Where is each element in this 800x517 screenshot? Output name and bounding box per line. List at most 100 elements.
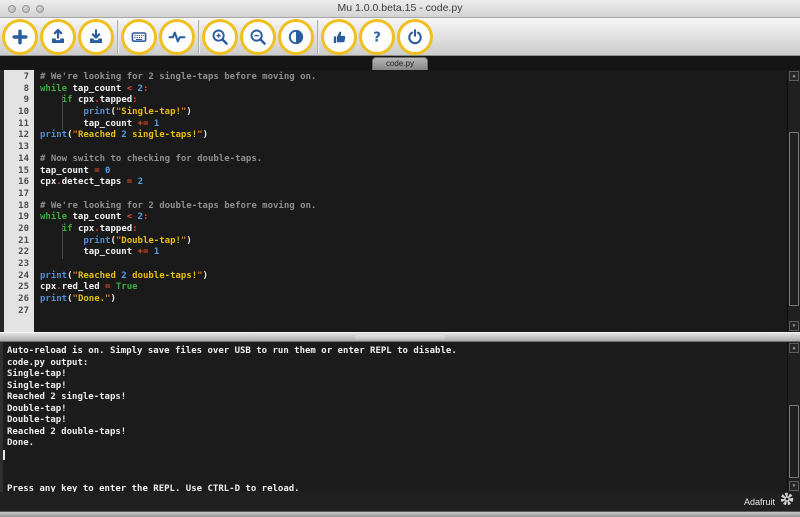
serial-output-text: Auto-reload is on. Simply save files ove… xyxy=(7,346,786,492)
code-text-area[interactable]: # We're looking for 2 single-taps before… xyxy=(34,70,787,332)
code-line: tap_count += 1 xyxy=(40,247,160,258)
load-icon xyxy=(49,28,67,46)
line-number: 20 xyxy=(18,223,29,234)
indent-guide xyxy=(61,224,63,260)
repl-line xyxy=(7,450,786,462)
editor-scrollbar[interactable]: ▲ ▼ xyxy=(787,70,800,332)
plus-icon xyxy=(11,28,29,46)
line-number: 13 xyxy=(18,142,29,153)
line-number: 16 xyxy=(18,177,29,188)
toolbar-separator xyxy=(198,19,199,54)
repl-line: Single-tap! xyxy=(7,369,67,379)
line-number: 7 xyxy=(23,72,29,82)
zoom-out-button[interactable] xyxy=(240,18,276,55)
code-line: # We're looking for 2 double-taps before… xyxy=(40,200,317,211)
line-number: 18 xyxy=(18,200,29,211)
save-icon xyxy=(87,28,105,46)
window-bottom-edge xyxy=(0,511,800,517)
new-button[interactable] xyxy=(2,18,38,55)
code-line: # We're looking for 2 single-taps before… xyxy=(40,72,317,82)
serial-repl-pane[interactable]: Auto-reload is on. Simply save files ove… xyxy=(0,342,800,492)
gear-icon[interactable] xyxy=(780,492,794,511)
load-button[interactable] xyxy=(40,18,76,55)
scroll-up-icon[interactable]: ▲ xyxy=(789,71,799,81)
repl-line xyxy=(7,461,786,473)
serial-button[interactable] xyxy=(121,18,157,55)
plotter-button[interactable] xyxy=(159,18,195,55)
editor-scrollbar-thumb[interactable] xyxy=(789,132,799,306)
line-number: 24 xyxy=(18,270,29,281)
scroll-down-icon[interactable]: ▼ xyxy=(789,481,799,491)
code-line: print("Double-tap!") xyxy=(83,235,192,246)
repl-line: Press any key to enter the REPL. Use CTR… xyxy=(7,484,300,492)
zoom-in-button[interactable] xyxy=(202,18,238,55)
zoom-in-icon xyxy=(211,28,229,46)
code-line: if cpx.tapped: xyxy=(61,223,138,234)
line-number: 25 xyxy=(18,282,29,293)
line-number-gutter: 7 8 9 10 11 12 13 14 15 16 17 18 19 20 21 22 23 24 25 26 27 xyxy=(4,70,34,332)
code-line: cpx.detect_taps = 2 xyxy=(40,177,143,188)
toolbar: ? xyxy=(0,18,800,56)
repl-line: Double-tap! xyxy=(7,403,67,414)
window-title: Mu 1.0.0.beta.15 - code.py xyxy=(337,2,463,14)
indent-guide xyxy=(61,95,63,131)
pane-splitter[interactable] xyxy=(0,332,800,342)
line-number: 11 xyxy=(18,118,29,129)
line-number: 27 xyxy=(18,305,29,316)
zoom-out-icon xyxy=(249,28,267,46)
line-number: 15 xyxy=(18,165,29,176)
mode-label: Adafruit xyxy=(743,496,775,507)
scroll-down-icon[interactable]: ▼ xyxy=(789,321,799,331)
code-line: print("Reached 2 double-taps!") xyxy=(40,270,209,281)
repl-scrollbar[interactable]: ▲ ▼ xyxy=(787,342,800,492)
code-line: cpx.red_led = True xyxy=(40,282,138,293)
contrast-icon xyxy=(287,28,305,46)
save-button[interactable] xyxy=(78,18,114,55)
line-number: 21 xyxy=(18,235,29,246)
splitter-handle-icon xyxy=(355,335,445,340)
help-button[interactable]: ? xyxy=(359,18,395,55)
check-button[interactable] xyxy=(321,18,357,55)
code-line: print("Reached 2 single-taps!") xyxy=(40,130,209,141)
repl-line: Done. xyxy=(7,438,35,448)
line-number: 19 xyxy=(18,212,29,223)
thumbs-up-icon xyxy=(330,28,348,46)
repl-line: Reached 2 single-taps! xyxy=(7,392,127,402)
pulse-icon xyxy=(168,28,186,46)
svg-text:?: ? xyxy=(373,30,381,45)
repl-line: Reached 2 double-taps! xyxy=(7,426,127,437)
question-icon: ? xyxy=(368,28,386,46)
line-number: 10 xyxy=(18,107,29,118)
status-bar: Adafruit xyxy=(0,492,800,511)
code-editor[interactable]: 7 8 9 10 11 12 13 14 15 16 17 18 19 20 21 22 23 24 25 26 27 … xyxy=(0,70,800,332)
line-number: 14 xyxy=(18,153,29,164)
code-line: while tap_count < 2: xyxy=(40,83,149,94)
repl-line: Single-tap! xyxy=(7,380,67,391)
toolbar-separator xyxy=(117,19,118,54)
line-number: 9 xyxy=(23,95,29,106)
mu-editor-window: Mu 1.0.0.beta.15 - code.py ? code.py 789… xyxy=(0,0,800,517)
code-line: # Now switch to checking for double-taps… xyxy=(40,153,263,164)
repl-scrollbar-thumb[interactable] xyxy=(789,405,799,478)
keyboard-icon xyxy=(130,28,148,46)
line-number: 26 xyxy=(18,294,29,305)
line-number: 17 xyxy=(18,188,29,199)
code-line: if cpx.tapped: xyxy=(61,95,138,106)
repl-line: Auto-reload is on. Simply save files ove… xyxy=(7,346,457,356)
line-number: 12 xyxy=(18,130,29,141)
tab-bar: code.py xyxy=(0,56,800,70)
tab-code-py[interactable]: code.py xyxy=(372,57,428,70)
code-line: tap_count = 0 xyxy=(40,165,111,176)
theme-button[interactable] xyxy=(278,18,314,55)
code-line: print("Done.") xyxy=(40,294,116,305)
line-number: 23 xyxy=(18,259,29,269)
line-number: 8 xyxy=(23,83,29,94)
repl-line xyxy=(7,473,786,485)
scroll-up-icon[interactable]: ▲ xyxy=(789,343,799,353)
power-icon xyxy=(406,28,424,46)
quit-button[interactable] xyxy=(397,18,433,55)
